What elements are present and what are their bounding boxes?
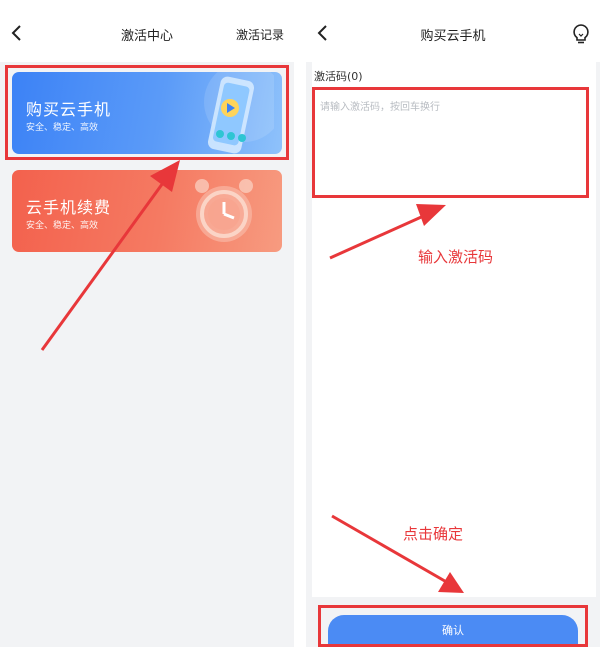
- activation-records-link[interactable]: 激活记录: [236, 26, 284, 43]
- activation-center-screen: 激活中心 激活记录 购买云手机 安全、稳定、高效 云手机续费 安全、稳定、高效: [0, 0, 294, 647]
- confirm-button[interactable]: 确认: [328, 615, 578, 647]
- annotation-click-hint: 点击确定: [403, 525, 464, 543]
- phone-illustration-icon: [204, 72, 274, 154]
- top-nav-bar: 激活中心 激活记录: [0, 0, 294, 62]
- card-subtitle: 安全、稳定、高效: [26, 123, 99, 133]
- alarm-clock-icon: [195, 179, 253, 242]
- card-subtitle: 安全、稳定、高效: [26, 221, 99, 231]
- renew-cloud-phone-card[interactable]: 云手机续费 安全、稳定、高效: [12, 170, 282, 252]
- activation-code-label: 激活码(0): [314, 70, 363, 83]
- top-nav-bar: 购买云手机: [306, 0, 600, 62]
- activation-code-input[interactable]: [316, 92, 586, 192]
- card-title: 云手机续费: [26, 198, 112, 217]
- lightbulb-icon[interactable]: [570, 22, 592, 46]
- buy-cloud-phone-screen: 购买云手机 激活码(0) 确认: [306, 0, 600, 647]
- card-title: 购买云手机: [26, 100, 112, 119]
- buy-cloud-phone-card[interactable]: 购买云手机 安全、稳定、高效: [12, 72, 282, 154]
- panel-divider: [294, 0, 306, 647]
- annotation-input-hint: 输入激活码: [418, 248, 494, 266]
- page-title: 购买云手机: [420, 29, 486, 44]
